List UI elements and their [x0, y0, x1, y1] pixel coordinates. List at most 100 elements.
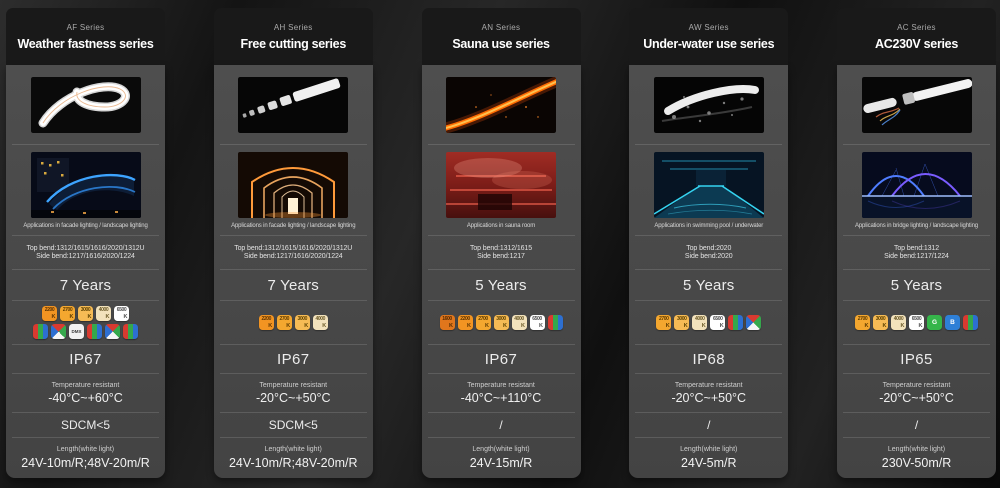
ip-rating: IP67 — [69, 350, 102, 368]
product-photo-section — [12, 65, 159, 145]
side-bend: Side bend:1217 — [477, 253, 525, 260]
temperature-section: Temperature resistant -40°C~+60°C — [12, 374, 159, 413]
series-card-af[interactable]: AF Series Weather fastness series Applic… — [6, 8, 165, 478]
cct-3000k-icon: 3000 K — [294, 315, 310, 330]
color-options: 2700 K 3000 K 4000 K 6500 K G B — [843, 301, 990, 345]
temperature-section: Temperature resistant -20°C~+50°C — [219, 374, 367, 413]
badge-row: 2200 K 2700 K 3000 K 4000 K — [258, 315, 328, 330]
series-title: Free cutting series — [240, 36, 347, 51]
length-value: 24V-15m/R — [469, 456, 533, 470]
application-caption: Applications in facade lighting / landsc… — [231, 223, 356, 229]
cct-4000k-icon: 4000 K — [511, 315, 527, 330]
warranty-section: 5 Years — [843, 270, 990, 301]
top-bend: Top bend:1312/1615/1616/2020/1312U — [26, 245, 145, 252]
rgbw-icon — [746, 315, 762, 330]
series-card-an[interactable]: AN Series Sauna use series Applications … — [421, 8, 581, 478]
color-g-icon: G — [927, 315, 942, 330]
card-body: Applications in facade lighting / landsc… — [213, 65, 373, 478]
ip-section: IP67 — [219, 345, 367, 374]
application-caption: Applications in swimming pool / underwat… — [654, 223, 764, 229]
series-code: AW Series — [688, 22, 729, 32]
cct-6500k-icon: 6500 K — [529, 315, 545, 330]
warranty-value: 5 Years — [475, 276, 527, 294]
card-header: AF Series Weather fastness series — [6, 8, 165, 65]
length-label: Length(white light) — [887, 446, 946, 453]
color-options: 2700 K 3000 K 4000 K 6500 K — [635, 301, 783, 345]
application-photo-section: Applications in swimming pool / underwat… — [635, 145, 783, 236]
series-card-ac[interactable]: AC Series AC230V series Applications in … — [837, 8, 996, 478]
warranty-section: 5 Years — [427, 270, 575, 301]
cct-2700k-icon: 2700 K — [60, 306, 75, 321]
sdcm-section: / — [635, 413, 783, 438]
temperature-label: Temperature resistant — [674, 381, 743, 389]
cct-4000k-icon: 4000 K — [96, 306, 111, 321]
length-label: Length(white light) — [472, 446, 530, 453]
sdcm-value: SDCM<5 — [268, 418, 318, 432]
temperature-label: Temperature resistant — [259, 381, 328, 389]
bend-specs: Top bend:1312/1615 Side bend:1217 — [427, 236, 575, 270]
rgbw-icon — [51, 324, 66, 339]
application-photo-archway — [238, 152, 349, 218]
warranty-section: 7 Years — [219, 270, 367, 301]
badge-row: 2200 K 2700 K 3000 K 4000 K 6500 K — [42, 306, 129, 321]
card-header: AC Series AC230V series — [837, 8, 996, 65]
application-photo-pool — [653, 152, 764, 218]
product-photo-section — [635, 65, 783, 145]
warranty-section: 7 Years — [12, 270, 159, 301]
length-section: Length(white light) 24V-15m/R — [428, 438, 575, 478]
cct-3000k-icon: 3000 K — [674, 315, 690, 330]
cct-2700k-icon: 2700 K — [475, 315, 491, 330]
warranty-value: 5 Years — [683, 276, 735, 294]
cct-1600k-icon: 1600 K — [439, 315, 455, 330]
series-card-ah[interactable]: AH Series Free cutting series Applicatio… — [213, 8, 373, 478]
temperature-section: Temperature resistant -40°C~+110°C — [427, 374, 575, 413]
card-body: Applications in bridge lighting / landsc… — [837, 65, 996, 478]
ip-rating: IP67 — [277, 350, 310, 368]
cct-4000k-icon: 4000 K — [312, 315, 328, 330]
cct-6500k-icon: 6500 K — [710, 315, 726, 330]
application-photo-facade — [30, 152, 141, 218]
length-label: Length(white light) — [56, 446, 115, 453]
color-options: 2200 K 2700 K 3000 K 4000 K — [219, 301, 367, 345]
series-title: Weather fastness series — [17, 36, 154, 51]
sdcm-section: SDCM<5 — [12, 413, 159, 438]
ip-section: IP65 — [843, 345, 990, 374]
badge-row: 2700 K 3000 K 4000 K 6500 K G B — [855, 315, 978, 330]
cct-2200k-icon: 2200 K — [258, 315, 274, 330]
rgb-icon — [87, 324, 102, 339]
series-card-aw[interactable]: AW Series Under-water use series Applica… — [629, 8, 789, 478]
sdcm-section: / — [427, 413, 575, 438]
series-code: AF Series — [66, 22, 105, 32]
product-photo-section — [219, 65, 367, 145]
card-header: AH Series Free cutting series — [213, 8, 373, 65]
series-code: AC Series — [897, 22, 936, 32]
length-value: 230V-50m/R — [881, 456, 952, 470]
sdcm-value: / — [499, 418, 503, 432]
cct-2200k-icon: 2200 K — [457, 315, 473, 330]
product-photo-water-splash — [653, 76, 764, 133]
rgbw-icon — [105, 324, 120, 339]
cct-6500k-icon: 6500 K — [909, 315, 924, 330]
sdcm-section: / — [843, 413, 990, 438]
color-options: 1600 K 2200 K 2700 K 3000 K 4000 K 6500 K — [427, 301, 575, 345]
series-title: Under-water use series — [643, 36, 775, 51]
color-b-icon: B — [945, 315, 960, 330]
cct-6500k-icon: 6500 K — [114, 306, 129, 321]
sdcm-value: SDCM<5 — [60, 418, 110, 432]
application-photo-section: Applications in facade lighting / landsc… — [12, 145, 159, 236]
rgb-icon — [33, 324, 48, 339]
product-photo-strip-connector — [861, 76, 972, 133]
application-caption: Applications in sauna room — [466, 223, 536, 229]
product-photo-strip-loop — [30, 76, 141, 133]
sdcm-value: / — [914, 418, 919, 432]
cct-4000k-icon: 4000 K — [891, 315, 906, 330]
dmx-icon: DMX — [69, 324, 84, 339]
series-code: AH Series — [273, 22, 313, 32]
temperature-section: Temperature resistant -20°C~+50°C — [843, 374, 990, 413]
bend-specs: Top bend:1312/1615/1616/2020/1312U Side … — [12, 236, 159, 270]
top-bend: Top bend:1312/1615/1616/2020/1312U — [234, 245, 353, 252]
temperature-section: Temperature resistant -20°C~+50°C — [635, 374, 783, 413]
product-photo-glowing-strip — [446, 76, 556, 133]
warranty-value: 5 Years — [890, 276, 943, 294]
card-header: AW Series Under-water use series — [629, 8, 789, 65]
